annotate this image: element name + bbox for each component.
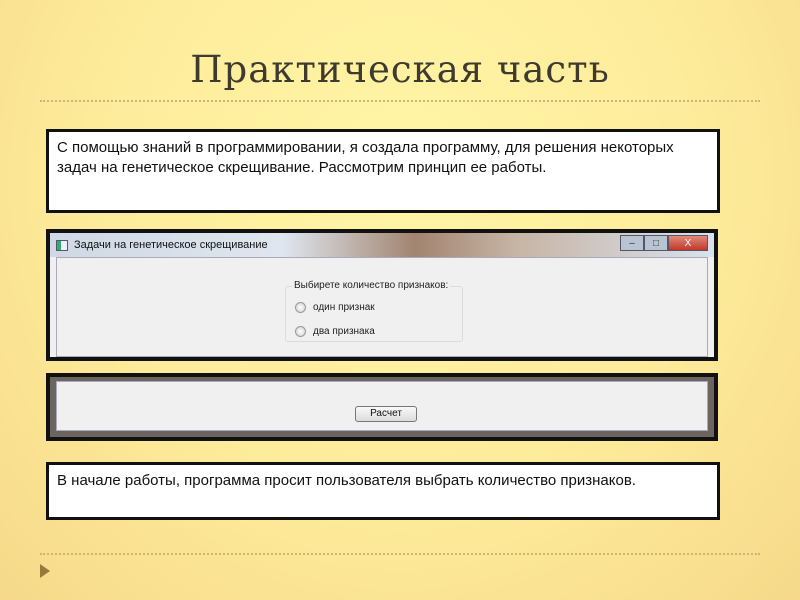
radio-one-trait[interactable]: один признак (295, 302, 375, 313)
slide-title: Практическая часть (190, 48, 610, 91)
app-window: Задачи на генетическое скрещивание – □ X… (46, 229, 718, 361)
radio-icon[interactable] (295, 326, 306, 337)
app-icon (56, 239, 68, 251)
note-textbox: В начале работы, программа просит пользо… (46, 462, 720, 520)
radio-two-traits[interactable]: два признака (295, 326, 375, 337)
close-button[interactable]: X (668, 235, 708, 251)
maximize-button[interactable]: □ (644, 235, 668, 251)
group-label: Выбирете количество признаков: (292, 280, 451, 291)
title-bar: Задачи на генетическое скрещивание (50, 233, 714, 257)
play-arrow-icon (40, 564, 50, 578)
divider-bottom (40, 553, 760, 555)
window-client: Выбирете количество признаков: один приз… (56, 257, 708, 357)
window-title: Задачи на генетическое скрещивание (74, 239, 268, 251)
radio-label: один признак (313, 302, 375, 313)
window-client-bottom: Расчет (56, 381, 708, 431)
minimize-button[interactable]: – (620, 235, 644, 251)
radio-icon[interactable] (295, 302, 306, 313)
radio-label: два признака (313, 326, 375, 337)
app-window-bottom: Расчет (46, 373, 718, 441)
intro-textbox: С помощью знаний в программировании, я с… (46, 129, 720, 213)
calculate-button[interactable]: Расчет (355, 406, 417, 422)
divider-top (40, 100, 760, 102)
